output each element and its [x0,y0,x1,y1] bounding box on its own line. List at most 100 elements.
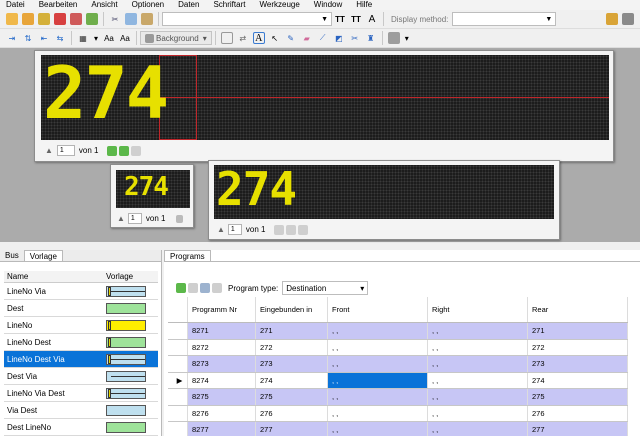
text-case-upper-icon[interactable]: Aa [103,32,115,44]
cell-nr[interactable]: 8273 [188,356,256,372]
tab-bus[interactable]: Bus [0,250,24,261]
table-row[interactable]: 8271 271, ,, , 271 [168,323,628,340]
pen-icon[interactable]: ✎ [285,32,297,44]
column-header-right[interactable]: Right [428,297,528,322]
cell-nr[interactable]: 8277 [188,422,256,436]
add-program-icon[interactable] [176,283,186,293]
page-input[interactable]: 1 [56,145,75,156]
copy-page-icon[interactable] [285,224,296,235]
cell-nr[interactable]: 8276 [188,405,256,421]
cell-rear[interactable]: 275 [528,389,628,405]
table-row[interactable]: 8276 276, ,, , 276 [168,405,628,422]
column-header-vorlage[interactable]: Vorlage [102,271,133,282]
add-page-icon[interactable] [273,224,284,235]
pager-up-icon[interactable]: ▲ [117,214,125,223]
remove-program-icon[interactable] [188,283,198,293]
chevron-down-icon[interactable]: ▾ [93,32,99,44]
cell-in[interactable]: 277 [256,422,328,436]
font-select[interactable]: ▼ [162,12,332,26]
cell-right[interactable]: , , [428,422,528,436]
cell-right[interactable]: , , [428,389,528,405]
list-item[interactable]: LineNo Via Dest [4,385,158,402]
cell-rear[interactable]: 276 [528,405,628,421]
import-icon[interactable] [70,13,82,25]
list-item[interactable]: Dest [4,300,158,317]
cell-rear[interactable]: 272 [528,339,628,355]
column-header-name[interactable]: Name [4,271,102,282]
add-page-icon[interactable] [106,145,117,156]
pager-up-icon[interactable]: ▲ [217,225,225,234]
cell-nr[interactable]: 8274 [188,372,256,388]
list-item[interactable]: LineNo [4,317,158,334]
cell-nr[interactable]: 8271 [188,323,256,339]
row-header[interactable] [168,323,188,339]
align-middle-icon[interactable]: ⇅ [22,32,34,44]
cell-right[interactable]: , , [428,356,528,372]
text-case-lower-icon[interactable]: Aa [119,32,131,44]
table-row[interactable]: 8275 275, ,, , 275 [168,389,628,406]
list-item[interactable]: LineNo Dest [4,334,158,351]
text-size-up-icon[interactable]: TT [334,13,346,25]
line-tool-icon[interactable]: ⟋ [317,32,329,44]
table-row[interactable]: ▶ 8274 274, ,, , 274 [168,372,628,389]
cell-rear[interactable]: 273 [528,356,628,372]
menu-schriftart[interactable]: Schriftart [213,0,245,10]
align-bottom-icon[interactable]: ⇤ [38,32,50,44]
column-header-nr[interactable]: Programm Nr [188,297,256,322]
save-icon[interactable] [200,283,210,293]
program-type-select[interactable]: Destination ▾ [282,281,369,295]
edit-icon[interactable] [6,13,18,25]
table-row[interactable]: 8277 277, ,, , 277 [168,422,628,436]
row-header[interactable] [168,422,188,436]
text-size-down-icon[interactable]: TT [350,13,362,25]
column-header-in[interactable]: Eingebunden in [256,297,328,322]
cell-right[interactable]: , , [428,323,528,339]
menu-bearbeiten[interactable]: Bearbeiten [39,0,78,10]
cell-rear[interactable]: 271 [528,323,628,339]
page-input[interactable]: 1 [127,213,142,224]
stamp-icon[interactable]: ♜ [365,32,377,44]
menu-werkzeuge[interactable]: Werkzeuge [259,0,299,10]
export-icon[interactable] [86,13,98,25]
pointer-icon[interactable]: ↖ [269,32,281,44]
row-header[interactable] [168,356,188,372]
pager-up-icon[interactable]: ▲ [45,146,53,155]
menu-optionen[interactable]: Optionen [132,0,164,10]
cell-front[interactable]: , , [328,356,428,372]
delete-page-icon[interactable] [130,145,141,156]
grid-icon[interactable]: ▦ [77,32,89,44]
menu-ansicht[interactable]: Ansicht [91,0,117,10]
cell-in[interactable]: 276 [256,405,328,421]
list-item[interactable]: Dest LineNo [4,419,158,436]
cell-front[interactable]: , , [328,372,428,388]
copy-page-icon[interactable] [118,145,129,156]
fill-icon[interactable]: ◩ [333,32,345,44]
table-row[interactable]: 8273 273, ,, , 273 [168,356,628,373]
move-icon[interactable]: ⇄ [237,32,249,44]
menu-daten[interactable]: Daten [178,0,199,10]
align-left-icon[interactable]: ⇆ [54,32,66,44]
menu-hilfe[interactable]: Hilfe [356,0,372,10]
text-style-icon[interactable]: A [366,13,378,25]
cell-rear[interactable]: 274 [528,372,628,388]
chevron-down-icon[interactable]: ▾ [404,32,410,44]
sign-settings-icon[interactable] [606,13,618,25]
frame-icon[interactable] [220,32,233,44]
list-item[interactable]: Via Dest [4,402,158,419]
cell-front[interactable]: , , [328,422,428,436]
cut-icon[interactable]: ✂ [109,13,121,25]
cell-in[interactable]: 274 [256,372,328,388]
cell-right[interactable]: , , [428,372,528,388]
page-input[interactable]: 1 [227,224,242,235]
menu-icon[interactable] [175,214,183,223]
menu-window[interactable]: Window [314,0,342,10]
tab-programs[interactable]: Programs [164,250,211,261]
text-tool-icon[interactable]: A [252,32,265,44]
paste-icon[interactable] [141,13,153,25]
list-item[interactable]: LineNo Via [4,283,158,300]
scissors-icon[interactable]: ✂ [349,32,361,44]
copy-icon[interactable] [125,13,137,25]
row-header[interactable] [168,389,188,405]
color-picker-icon[interactable] [387,32,400,44]
cell-right[interactable]: , , [428,339,528,355]
